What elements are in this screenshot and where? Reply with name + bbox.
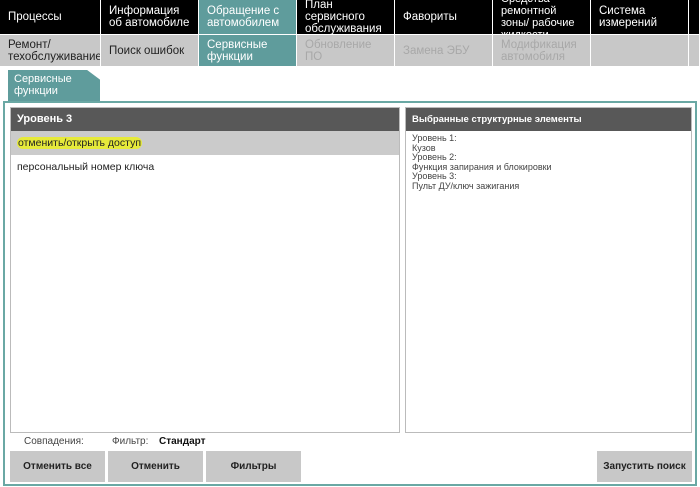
nav-measurement-system[interactable]: Система измерений bbox=[591, 0, 689, 34]
selected-elements-panel: Выбранные структурные элементы Уровень 1… bbox=[405, 107, 692, 433]
list-item[interactable]: персональный номер ключа bbox=[11, 155, 399, 179]
cancel-button[interactable]: Отменить bbox=[108, 451, 203, 482]
selected-line: Уровень 1: bbox=[412, 133, 457, 143]
list-item-label: отменить/открыть доступ bbox=[17, 137, 143, 149]
nav-vehicle-info[interactable]: Информация об автомобиле bbox=[101, 0, 199, 34]
nav-service-plan[interactable]: План сервисного обслуживания bbox=[297, 0, 395, 34]
matches-label: Совпадения: bbox=[24, 436, 84, 447]
subnav-empty bbox=[591, 35, 689, 66]
list-item[interactable]: отменить/открыть доступ bbox=[11, 131, 399, 155]
nav-favorites[interactable]: Фавориты bbox=[395, 0, 493, 34]
sub-nav: Ремонт/ техобслуживание Поиск ошибок Сер… bbox=[0, 35, 700, 66]
selected-line: Пульт ДУ/ключ зажигания bbox=[412, 180, 520, 191]
tab-service-functions[interactable]: Сервисные функции bbox=[8, 70, 100, 102]
subnav-repair[interactable]: Ремонт/ техобслуживание bbox=[0, 35, 101, 66]
filter-label: Фильтр: bbox=[112, 436, 149, 447]
subnav-software-update: Обновление ПО bbox=[297, 35, 395, 66]
filter-value: Стандарт bbox=[159, 436, 206, 447]
nav-workshop-equipment[interactable]: Средства ремонтной зоны/ рабочие жидкост… bbox=[493, 0, 591, 34]
selected-elements-header: Выбранные структурные элементы bbox=[406, 108, 691, 131]
level-header: Уровень 3 bbox=[11, 108, 399, 131]
nav-vehicle-handling[interactable]: Обращение с автомобилем bbox=[199, 0, 297, 34]
level-list-panel: Уровень 3 отменить/открыть доступ персон… bbox=[10, 107, 400, 433]
subnav-extra bbox=[689, 35, 700, 66]
subnav-vehicle-modification: Модификация автомобиля bbox=[493, 35, 591, 66]
main-nav: Процессы Информация об автомобиле Обраще… bbox=[0, 0, 700, 35]
subnav-service-functions[interactable]: Сервисные функции bbox=[199, 35, 297, 66]
nav-processes[interactable]: Процессы bbox=[0, 0, 101, 34]
start-search-button[interactable]: Запустить поиск bbox=[597, 451, 692, 482]
cancel-all-button[interactable]: Отменить все bbox=[10, 451, 105, 482]
nav-extra bbox=[689, 0, 700, 34]
subnav-ecu-replacement: Замена ЭБУ bbox=[395, 35, 493, 66]
subnav-fault-search[interactable]: Поиск ошибок bbox=[101, 35, 199, 66]
filters-button[interactable]: Фильтры bbox=[206, 451, 301, 482]
